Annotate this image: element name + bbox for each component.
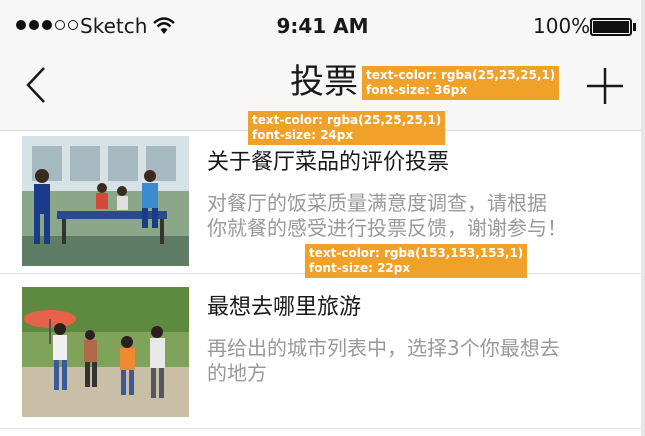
add-icon[interactable]: [585, 66, 625, 106]
page-title: 投票: [290, 62, 358, 102]
campus-walk-photo: [22, 287, 189, 417]
title-spec-annotation: text-color: rgba(25,25,25,1) font-size: …: [362, 66, 560, 100]
back-chevron-icon[interactable]: [22, 64, 52, 106]
list-divider: [0, 428, 641, 429]
right-edge-shadow: [641, 0, 645, 436]
item-description-line1: 再给出的城市列表中，选择3个你最想去: [207, 336, 560, 360]
item-title: 关于餐厅菜品的评价投票: [207, 150, 450, 175]
battery-icon: [590, 18, 632, 36]
table-tennis-photo: [22, 136, 189, 266]
item-desc-spec-annotation: text-color: rgba(153,153,153,1) font-siz…: [305, 244, 528, 278]
item-title: 最想去哪里旅游: [207, 295, 362, 320]
item-description-line1: 对餐厅的饭菜质量满意度调查，请根据: [207, 191, 547, 215]
item-description-line2: 你就餐的感受进行投票反馈，谢谢参与！: [207, 216, 567, 240]
status-bar: Sketch 9:41 AM 100%: [0, 0, 645, 54]
battery-percentage: 100%: [533, 14, 591, 38]
item-description-line2: 的地方: [207, 361, 267, 385]
battery-tip: [633, 23, 636, 31]
list-item-travel-vote[interactable]: 最想去哪里旅游 再给出的城市列表中，选择3个你最想去 的地方: [0, 274, 641, 420]
